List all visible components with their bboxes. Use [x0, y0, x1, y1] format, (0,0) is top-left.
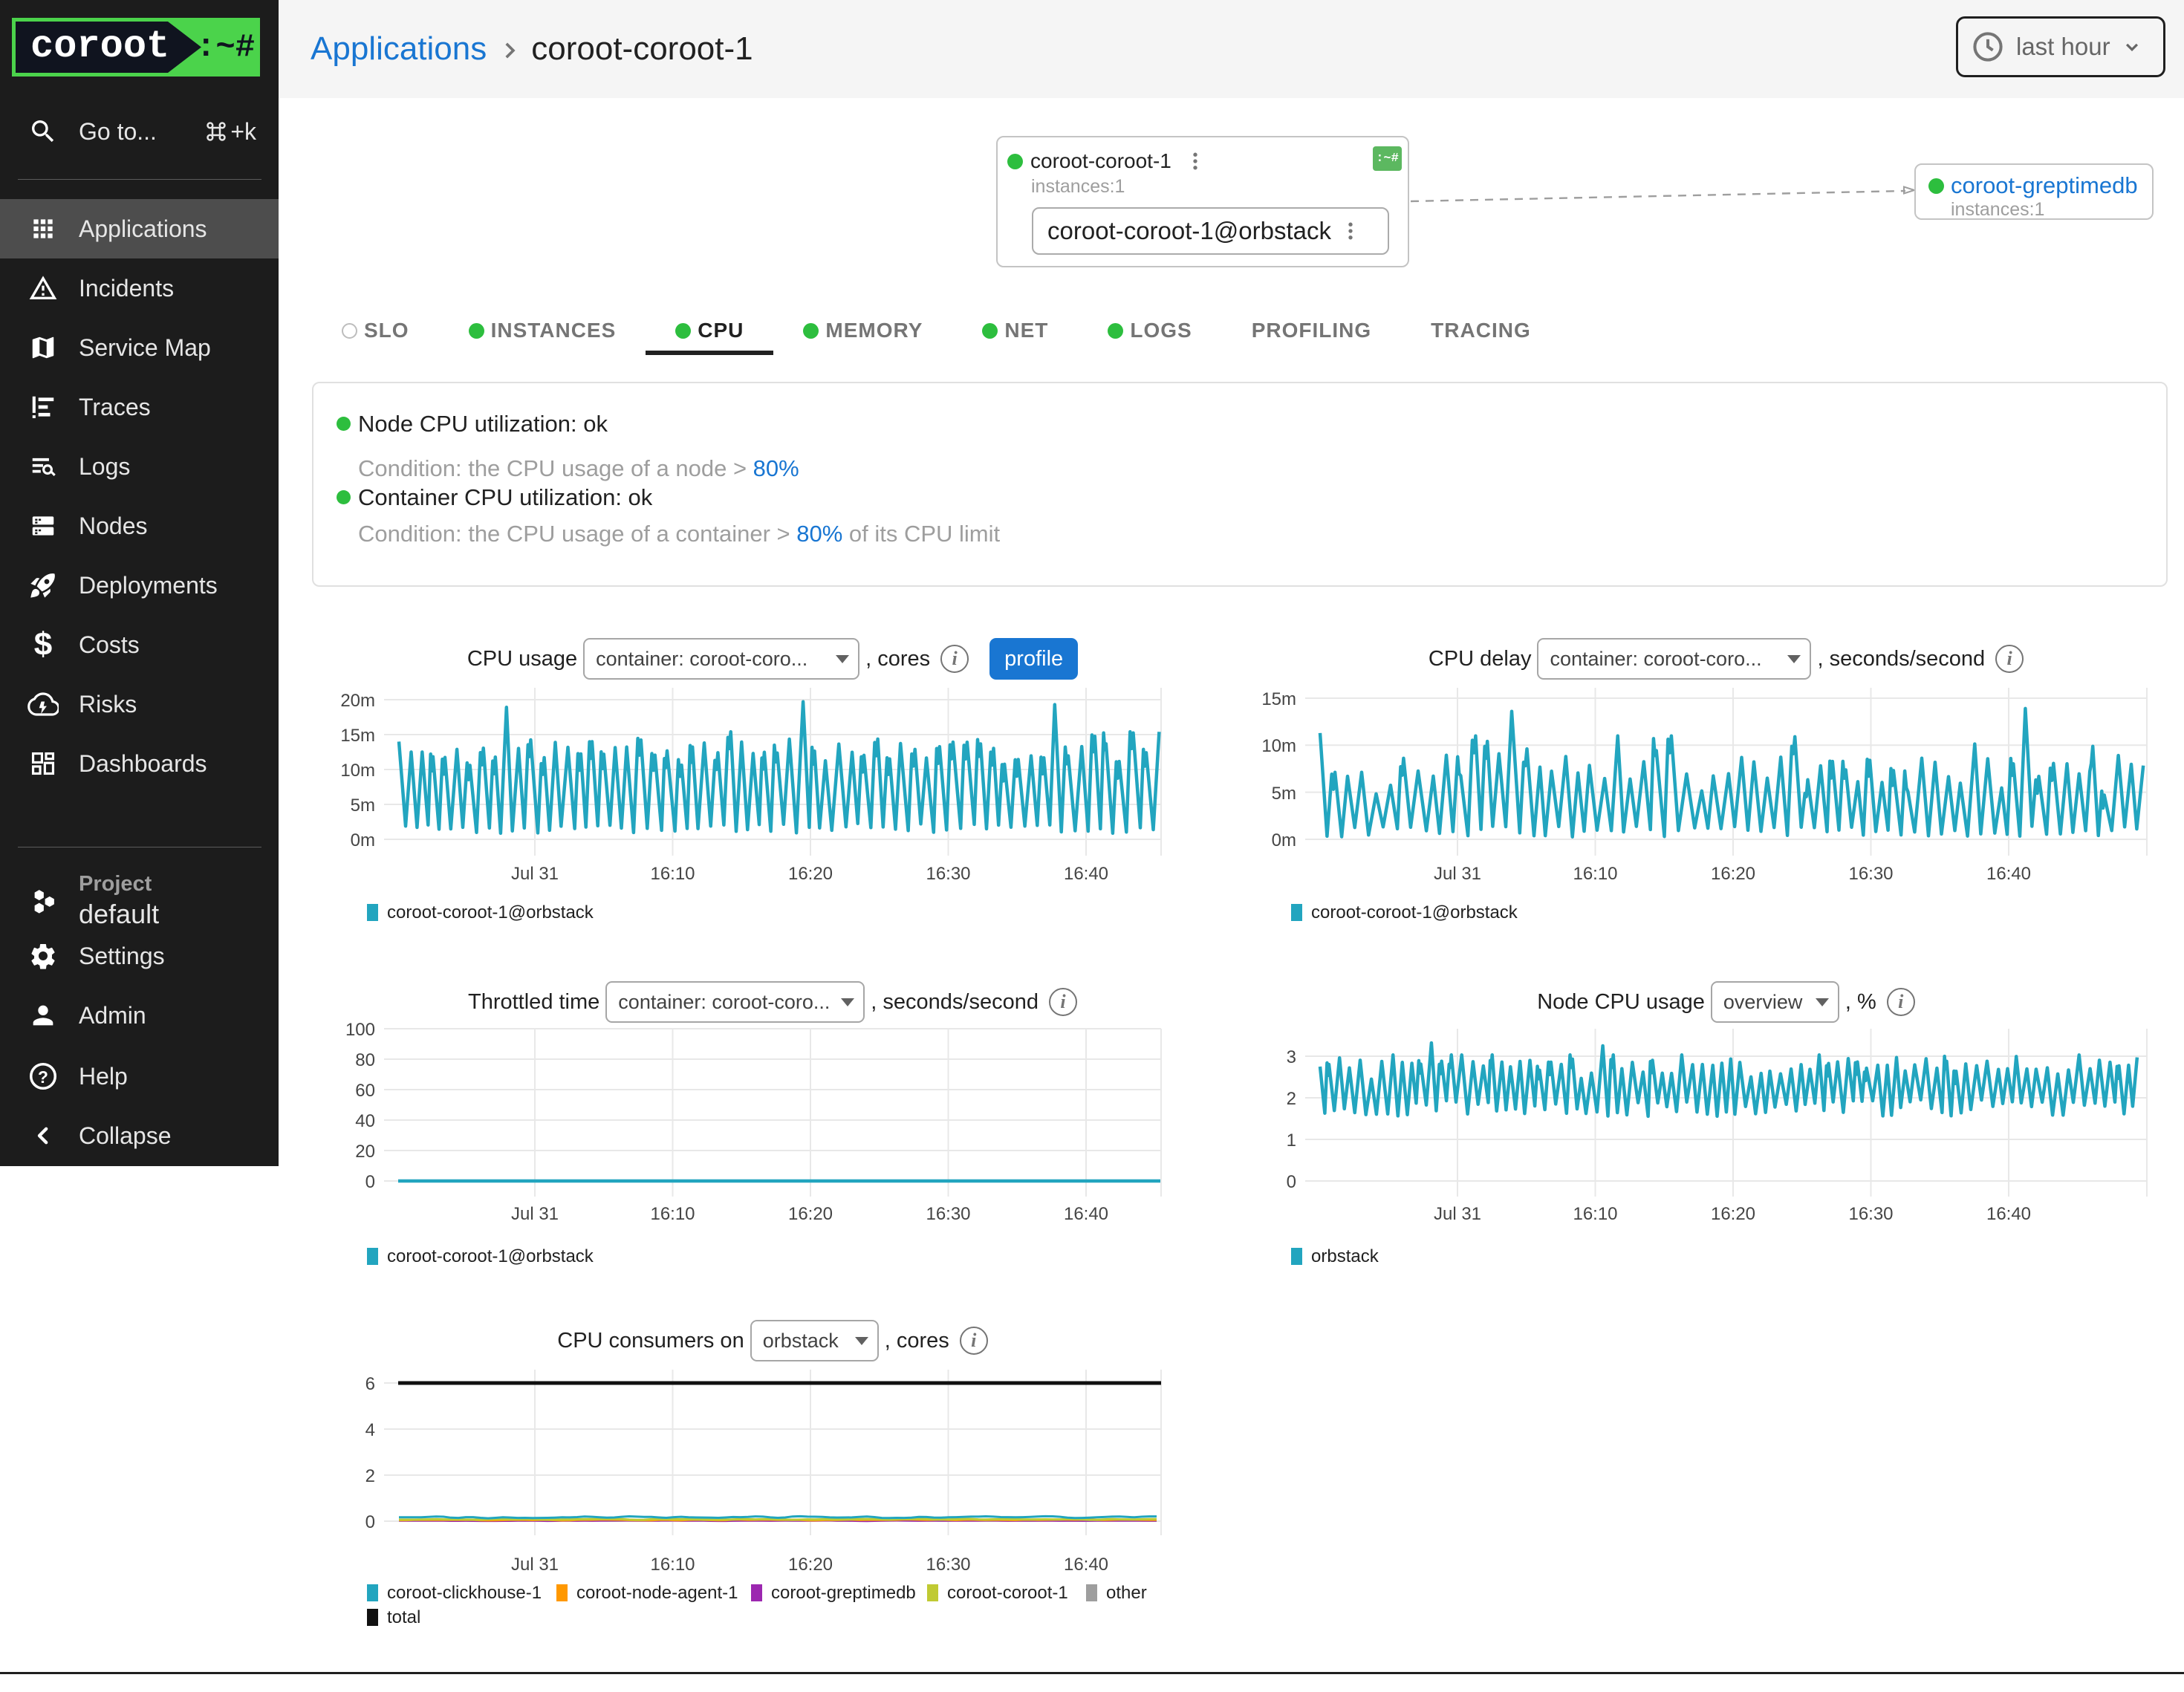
svg-text:total: total	[387, 1607, 420, 1627]
svg-text:2: 2	[365, 1466, 375, 1486]
svg-text:20m: 20m	[340, 691, 375, 711]
svg-text:coroot-coroot-1@orbstack: coroot-coroot-1@orbstack	[387, 902, 594, 923]
svg-text:0m: 0m	[1272, 830, 1296, 850]
svg-text:16:40: 16:40	[1064, 1204, 1108, 1224]
svg-text:coroot-node-agent-1: coroot-node-agent-1	[576, 1583, 738, 1603]
svg-text:15m: 15m	[340, 726, 375, 746]
svg-text:16:30: 16:30	[926, 1204, 970, 1224]
svg-text:40: 40	[355, 1111, 375, 1131]
svg-text:Jul 31: Jul 31	[511, 1555, 559, 1575]
svg-text:16:30: 16:30	[926, 1555, 970, 1575]
svg-text:80: 80	[355, 1050, 375, 1070]
svg-text:0m: 0m	[351, 830, 375, 850]
svg-text:Jul 31: Jul 31	[1434, 1204, 1481, 1224]
svg-text:Jul 31: Jul 31	[511, 1204, 559, 1224]
svg-text:10m: 10m	[1261, 736, 1296, 756]
svg-text:16:40: 16:40	[1986, 1204, 2031, 1224]
svg-text:0: 0	[365, 1172, 375, 1192]
svg-text:coroot-coroot-1@orbstack: coroot-coroot-1@orbstack	[1311, 902, 1518, 923]
svg-text:16:10: 16:10	[650, 1204, 695, 1224]
svg-text:16:40: 16:40	[1986, 864, 2031, 884]
svg-text:3: 3	[1287, 1047, 1296, 1067]
svg-text:16:20: 16:20	[788, 1204, 833, 1224]
svg-text:4: 4	[365, 1420, 375, 1440]
svg-text:16:20: 16:20	[788, 864, 833, 884]
svg-text:16:10: 16:10	[650, 864, 695, 884]
svg-text:16:10: 16:10	[650, 1555, 695, 1575]
svg-text:16:30: 16:30	[926, 864, 970, 884]
svg-text:20: 20	[355, 1142, 375, 1162]
svg-text:16:30: 16:30	[1848, 864, 1893, 884]
svg-text:15m: 15m	[1261, 689, 1296, 709]
svg-text:16:40: 16:40	[1064, 1555, 1108, 1575]
svg-text:1: 1	[1287, 1130, 1296, 1151]
svg-text:0: 0	[1287, 1172, 1296, 1192]
svg-text:coroot-greptimedb: coroot-greptimedb	[771, 1583, 916, 1603]
svg-text:other: other	[1106, 1583, 1147, 1603]
svg-text:16:20: 16:20	[1711, 864, 1755, 884]
svg-text:6: 6	[365, 1374, 375, 1394]
svg-text:100: 100	[345, 1020, 375, 1040]
svg-text:5m: 5m	[351, 795, 375, 816]
svg-text:16:20: 16:20	[788, 1555, 833, 1575]
svg-text:2: 2	[1287, 1089, 1296, 1109]
svg-text:Jul 31: Jul 31	[1434, 864, 1481, 884]
svg-text:60: 60	[355, 1081, 375, 1101]
svg-text:coroot-coroot-1@orbstack: coroot-coroot-1@orbstack	[387, 1246, 594, 1266]
svg-text:coroot-coroot-1: coroot-coroot-1	[947, 1583, 1068, 1603]
svg-text:16:40: 16:40	[1064, 864, 1108, 884]
svg-text:10m: 10m	[340, 761, 375, 781]
svg-text:16:10: 16:10	[1573, 864, 1617, 884]
svg-text:coroot-clickhouse-1: coroot-clickhouse-1	[387, 1583, 542, 1603]
svg-text:16:20: 16:20	[1711, 1204, 1755, 1224]
svg-text:16:10: 16:10	[1573, 1204, 1617, 1224]
svg-text:16:30: 16:30	[1848, 1204, 1893, 1224]
svg-text:5m: 5m	[1272, 784, 1296, 804]
svg-text:orbstack: orbstack	[1311, 1246, 1379, 1266]
svg-text:0: 0	[365, 1512, 375, 1532]
svg-text:?: ?	[38, 1067, 48, 1087]
svg-text:Jul 31: Jul 31	[511, 864, 559, 884]
